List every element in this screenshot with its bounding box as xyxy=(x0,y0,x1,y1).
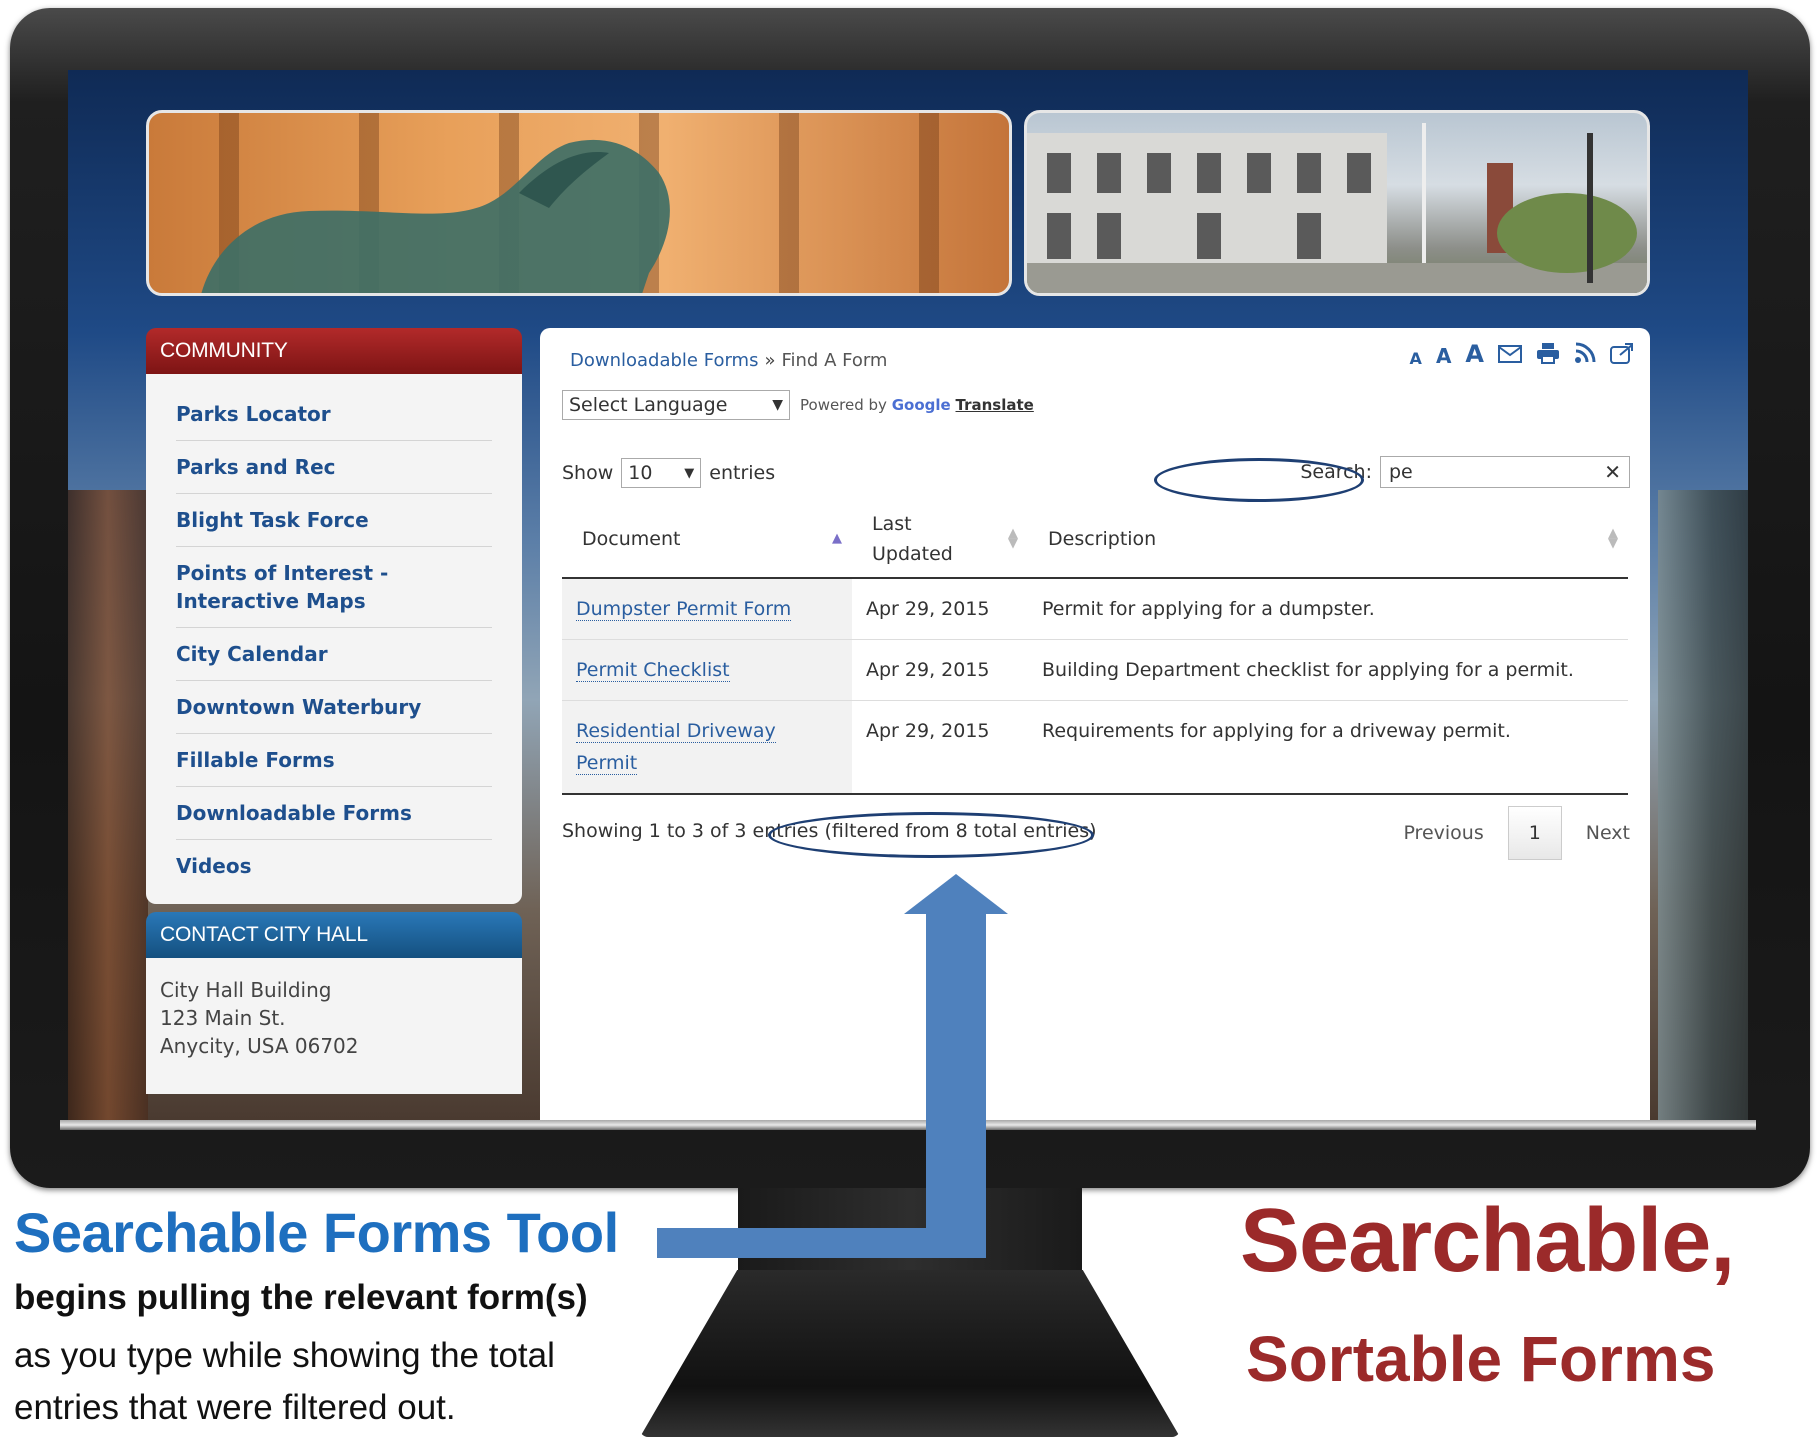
font-large-button[interactable]: A xyxy=(1465,340,1484,368)
table-cell-description: Permit for applying for a dumpster. xyxy=(1028,578,1628,640)
sort-ascending-icon: ▲ xyxy=(832,530,842,546)
arrow-shaft-vertical xyxy=(926,910,986,1258)
city-hall-image xyxy=(1027,123,1647,293)
printer-icon[interactable] xyxy=(1536,342,1560,368)
contact-line: 123 Main St. xyxy=(160,1006,286,1030)
monitor-stand xyxy=(640,1270,1180,1437)
table-cell-description: Requirements for applying for a driveway… xyxy=(1028,700,1628,795)
hero-headline: Searchable, xyxy=(1240,1191,1735,1291)
breadcrumb-separator: » xyxy=(764,350,776,371)
show-label: Show xyxy=(562,462,614,484)
sort-both-icon: ▲ ▼ xyxy=(1008,525,1018,551)
document-link[interactable]: Dumpster Permit Form xyxy=(576,598,792,621)
chevron-down-icon: ▼ xyxy=(772,397,783,413)
background-building-left xyxy=(68,490,148,1120)
google-translate-credit: Powered by Google Translate xyxy=(800,396,1034,414)
background-building-right xyxy=(1658,490,1748,1120)
entries-select[interactable]: 10 ▼ xyxy=(621,458,702,488)
rss-icon[interactable] xyxy=(1574,342,1596,368)
sidebar-item-parks-locator[interactable]: Parks Locator xyxy=(176,388,492,441)
google-logo: Google xyxy=(891,396,951,414)
search-input[interactable]: pe ✕ xyxy=(1380,456,1630,488)
contact-address: City Hall Building 123 Main St. Anycity,… xyxy=(146,958,522,1094)
font-medium-button[interactable]: A xyxy=(1436,344,1451,368)
sidebar-item-city-calendar[interactable]: City Calendar xyxy=(176,628,492,681)
chevron-down-icon: ▼ xyxy=(684,465,695,481)
page-1-button[interactable]: 1 xyxy=(1507,806,1562,860)
translate-link[interactable]: Translate xyxy=(956,396,1034,414)
column-header-label: Last Updated xyxy=(872,512,953,565)
font-small-button[interactable]: A xyxy=(1410,349,1422,368)
table-cell-document: Dumpster Permit Form xyxy=(562,578,852,640)
document-link[interactable]: Residential Driveway Permit xyxy=(576,720,776,775)
pagination: Previous 1 Next xyxy=(1403,806,1630,860)
community-header: COMMUNITY xyxy=(146,328,522,374)
community-nav: Parks Locator Parks and Rec Blight Task … xyxy=(146,374,522,904)
callout-body: as you type while showing the total entr… xyxy=(14,1336,555,1427)
breadcrumb-link-downloadable-forms[interactable]: Downloadable Forms xyxy=(570,350,758,371)
sidebar-item-downloadable-forms[interactable]: Downloadable Forms xyxy=(176,787,492,840)
contact-line: City Hall Building xyxy=(160,978,332,1002)
banner-city-hall xyxy=(1024,110,1650,296)
breadcrumb: Downloadable Forms » Find A Form xyxy=(570,350,887,371)
promo-graphic: COMMUNITY Parks Locator Parks and Rec Bl… xyxy=(0,0,1818,1437)
filtered-highlight-ellipse xyxy=(768,812,1094,858)
forms-table: Document ▲ Last Updated ▲ ▼ Description ▲ ▼ D… xyxy=(562,500,1628,795)
document-link[interactable]: Permit Checklist xyxy=(576,659,730,682)
sidebar-item-fillable-forms[interactable]: Fillable Forms xyxy=(176,734,492,787)
sidebar-item-videos[interactable]: Videos xyxy=(176,840,492,892)
sidebar-item-downtown-waterbury[interactable]: Downtown Waterbury xyxy=(176,681,492,734)
callout-bold-line: begins pulling the relevant form(s) xyxy=(14,1278,588,1317)
sidebar-item-blight-task-force[interactable]: Blight Task Force xyxy=(176,494,492,547)
search-highlight-ellipse xyxy=(1154,458,1364,502)
main-content: Downloadable Forms » Find A Form A A A Se… xyxy=(540,328,1650,1120)
breadcrumb-current: Find A Form xyxy=(781,350,888,371)
table-cell-updated: Apr 29, 2015 xyxy=(852,700,1028,795)
arrow-head xyxy=(904,874,1008,914)
table-cell-updated: Apr 29, 2015 xyxy=(852,639,1028,701)
column-header-document[interactable]: Document ▲ xyxy=(562,500,852,579)
previous-button[interactable]: Previous xyxy=(1403,822,1483,844)
language-select[interactable]: Select Language ▼ xyxy=(562,390,790,420)
callout-title: Searchable Forms Tool xyxy=(14,1201,619,1264)
search-input-value: pe xyxy=(1389,461,1413,483)
sidebar-item-parks-and-rec[interactable]: Parks and Rec xyxy=(176,441,492,494)
contact-line: Anycity, USA 06702 xyxy=(160,1034,359,1058)
table-row: Dumpster Permit Form Apr 29, 2015 Permit… xyxy=(562,578,1628,640)
monitor-chin-highlight xyxy=(60,1120,1756,1130)
arrow-shaft-horizontal xyxy=(657,1228,986,1258)
table-cell-description: Building Department checklist for applyi… xyxy=(1028,639,1628,701)
contact-header: CONTACT CITY HALL xyxy=(146,912,522,958)
monitor-screen: COMMUNITY Parks Locator Parks and Rec Bl… xyxy=(68,70,1748,1120)
table-row: Residential Driveway Permit Apr 29, 2015… xyxy=(562,700,1628,795)
entries-label: entries xyxy=(709,462,776,484)
envelope-icon[interactable] xyxy=(1498,344,1522,368)
page-toolbar: A A A xyxy=(1410,340,1634,368)
share-icon[interactable] xyxy=(1610,342,1634,368)
sort-both-icon: ▲ ▼ xyxy=(1608,525,1618,551)
column-header-label: Document xyxy=(582,527,681,550)
column-header-description[interactable]: Description ▲ ▼ xyxy=(1028,500,1628,579)
table-cell-updated: Apr 29, 2015 xyxy=(852,578,1028,640)
hero-subheadline: Sortable Forms xyxy=(1246,1323,1716,1395)
powered-by-label: Powered by xyxy=(800,396,887,414)
table-cell-document: Residential Driveway Permit xyxy=(562,700,852,795)
language-select-value: Select Language xyxy=(569,394,728,416)
column-header-last-updated[interactable]: Last Updated ▲ ▼ xyxy=(852,500,1028,579)
sidebar: COMMUNITY Parks Locator Parks and Rec Bl… xyxy=(146,328,522,1094)
sidebar-item-points-of-interest[interactable]: Points of Interest - Interactive Maps xyxy=(176,547,492,628)
close-icon[interactable]: ✕ xyxy=(1604,460,1621,484)
column-header-label: Description xyxy=(1048,527,1157,550)
next-button[interactable]: Next xyxy=(1586,822,1630,844)
table-row: Permit Checklist Apr 29, 2015 Building D… xyxy=(562,639,1628,701)
banner-horse-statue xyxy=(146,110,1012,296)
entries-select-value: 10 xyxy=(628,462,653,484)
entries-control: Show 10 ▼ entries xyxy=(562,458,775,488)
horse-statue-image xyxy=(201,139,670,293)
table-cell-document: Permit Checklist xyxy=(562,639,852,701)
language-bar: Select Language ▼ Powered by Google Tran… xyxy=(562,390,1034,420)
